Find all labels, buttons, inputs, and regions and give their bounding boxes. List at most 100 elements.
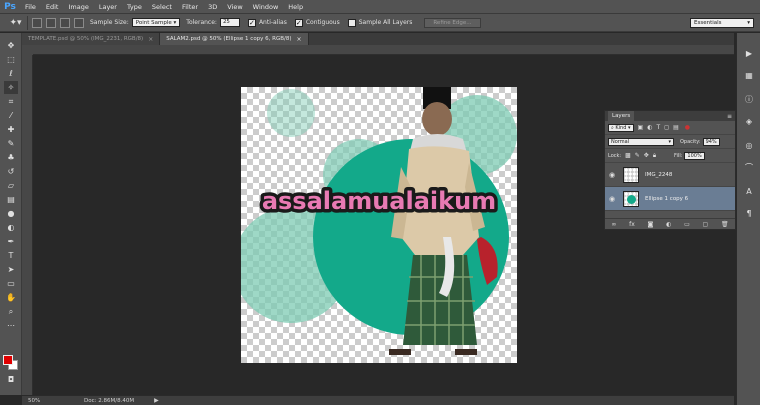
refine-edge-button[interactable]: Refine Edge...	[424, 17, 481, 28]
adjustment-icon[interactable]: ◐	[666, 221, 671, 228]
link-icon[interactable]: ∞	[611, 221, 616, 228]
horizontal-ruler[interactable]	[33, 45, 734, 55]
opacity-input[interactable]: 94%	[702, 137, 720, 146]
workspace-select[interactable]: Essentials ▾	[690, 18, 754, 28]
visibility-eye-icon[interactable]: ◉	[605, 195, 619, 203]
menu-image[interactable]: Image	[63, 3, 93, 11]
path-selection-tool-icon[interactable]: ➤	[4, 263, 18, 276]
tab-template[interactable]: TEMPLATE.psd @ 50% (IMG_2231, RGB/8) ×	[22, 33, 161, 45]
filter-pixel-icon[interactable]: ▣	[638, 124, 644, 131]
magic-wand-tool-preset-icon[interactable]: ✦▾	[4, 15, 28, 30]
filter-kind-select[interactable]: ⌕ Kind ▾	[608, 123, 634, 132]
paragraph-icon[interactable]: ¶	[742, 207, 756, 220]
menu-file[interactable]: File	[20, 3, 41, 11]
tab-salam2[interactable]: SALAM2.psd @ 50% (Ellipse 1 copy 6, RGB/…	[160, 33, 309, 45]
filter-smart-icon[interactable]: ▤	[673, 124, 679, 131]
foreground-color-swatch[interactable]	[3, 355, 13, 365]
play-icon[interactable]: ▶	[742, 47, 756, 60]
right-dock: ▶ ▦ ⓘ ◈ ◎ ⌒ A ¶	[736, 33, 760, 405]
menu-window[interactable]: Window	[248, 3, 284, 11]
move-tool-icon[interactable]: ✥	[4, 39, 18, 52]
type-tool-icon[interactable]: T	[4, 249, 18, 262]
fx-icon[interactable]: fx	[629, 221, 635, 228]
lock-transparent-icon[interactable]: ▩	[625, 152, 631, 159]
info-icon[interactable]: ⓘ	[742, 93, 756, 106]
blend-mode-select[interactable]: Normal ▾	[608, 137, 674, 146]
lasso-tool-icon[interactable]: ℓ	[4, 67, 18, 80]
brush-tool-icon[interactable]: ✎	[4, 137, 18, 150]
sample-all-layers-checkbox[interactable]	[347, 18, 356, 27]
filter-type-icon[interactable]: T	[656, 124, 660, 131]
healing-tool-icon[interactable]: ✚	[4, 123, 18, 136]
lock-pixels-icon[interactable]: ✎	[635, 152, 640, 159]
menu-3d[interactable]: 3D	[203, 3, 222, 11]
marquee-tool-icon[interactable]: ⬚	[4, 53, 18, 66]
intersect-selection-icon[interactable]	[74, 17, 84, 28]
contiguous-checkbox[interactable]: ✓	[294, 18, 303, 27]
tolerance-input[interactable]: 25	[219, 18, 240, 27]
lock-fill-row: Lock: ▩ ✎ ✥ 🔒︎ Fill: 100%	[605, 149, 735, 163]
trash-icon[interactable]: 🗑︎	[721, 221, 729, 228]
layers-footer: ∞ fx ◙ ◐ ▭ ▢ 🗑︎	[605, 218, 735, 229]
lock-all-icon[interactable]: 🔒︎	[653, 152, 656, 160]
character-icon[interactable]: A	[742, 185, 756, 198]
vertical-ruler[interactable]	[22, 55, 33, 395]
close-icon[interactable]: ×	[148, 36, 153, 43]
subtract-selection-icon[interactable]	[60, 17, 70, 28]
filter-adjustment-icon[interactable]: ◐	[647, 124, 652, 131]
filter-shape-icon[interactable]: ◻	[664, 124, 669, 131]
dodge-tool-icon[interactable]: ◐	[4, 221, 18, 234]
history-icon[interactable]: ▦	[742, 69, 756, 82]
sample-size-select[interactable]: Point Sample ▾	[131, 18, 181, 27]
tab-layers[interactable]: Layers	[608, 111, 635, 121]
layers-panel-icon[interactable]: ◈	[742, 115, 756, 128]
zoom-tool-icon[interactable]: ⌕	[4, 305, 18, 318]
fill-label: Fill:	[674, 152, 683, 159]
new-layer-icon[interactable]: ▢	[703, 221, 709, 228]
layer-name: IMG_2248	[645, 171, 673, 178]
layer-row[interactable]: ◉ IMG_2248	[605, 163, 735, 187]
rectangle-tool-icon[interactable]: ▭	[4, 277, 18, 290]
menu-layer[interactable]: Layer	[94, 3, 122, 11]
menu-select[interactable]: Select	[147, 3, 177, 11]
menu-view[interactable]: View	[222, 3, 247, 11]
close-icon[interactable]: ×	[297, 36, 302, 43]
layers-filter-row: ⌕ Kind ▾ ▣ ◐ T ◻ ▤ ●	[605, 121, 735, 135]
paths-icon[interactable]: ⌒	[742, 161, 756, 174]
document-canvas[interactable]: assalamualaikum assalamualaikum	[241, 87, 517, 363]
eraser-tool-icon[interactable]: ▱	[4, 179, 18, 192]
lock-label: Lock:	[608, 152, 622, 159]
new-selection-icon[interactable]	[32, 17, 42, 28]
panel-menu-icon[interactable]: ≡	[727, 113, 732, 120]
menu-help[interactable]: Help	[283, 3, 308, 11]
zoom-level[interactable]: 50%	[22, 398, 44, 404]
history-brush-tool-icon[interactable]: ↺	[4, 165, 18, 178]
fill-input[interactable]: 100%	[684, 151, 705, 160]
mask-icon[interactable]: ◙	[648, 221, 654, 228]
pen-tool-icon[interactable]: ✒	[4, 235, 18, 248]
anti-alias-checkbox[interactable]: ✓	[247, 18, 256, 27]
magic-wand-tool-icon[interactable]: ✧	[4, 81, 18, 94]
group-icon[interactable]: ▭	[684, 221, 690, 228]
channels-icon[interactable]: ◎	[742, 139, 756, 152]
lock-position-icon[interactable]: ✥	[644, 152, 649, 159]
filter-toggle-icon[interactable]: ●	[685, 124, 690, 131]
gradient-tool-icon[interactable]: ▤	[4, 193, 18, 206]
crop-tool-icon[interactable]: ⌗	[4, 95, 18, 108]
quick-mask-icon[interactable]: ◘	[4, 373, 18, 386]
hand-tool-icon[interactable]: ✋	[4, 291, 18, 304]
eyedropper-tool-icon[interactable]: ⁄	[4, 109, 18, 122]
add-selection-icon[interactable]	[46, 17, 56, 28]
layer-row-selected[interactable]: ◉ Ellipse 1 copy 6	[605, 187, 735, 211]
blur-tool-icon[interactable]: ●	[4, 207, 18, 220]
contiguous-label: Contiguous	[305, 19, 340, 26]
menu-type[interactable]: Type	[122, 3, 147, 11]
more-tools-icon[interactable]: ⋯	[4, 319, 18, 332]
status-menu-arrow[interactable]: ▶	[154, 397, 159, 404]
menu-edit[interactable]: Edit	[41, 3, 64, 11]
greeting-fill: assalamualaikum	[262, 187, 496, 215]
visibility-eye-icon[interactable]: ◉	[605, 171, 619, 179]
menu-filter[interactable]: Filter	[177, 3, 203, 11]
photoshop-logo: Ps	[4, 1, 16, 12]
clone-stamp-tool-icon[interactable]: ♣	[4, 151, 18, 164]
